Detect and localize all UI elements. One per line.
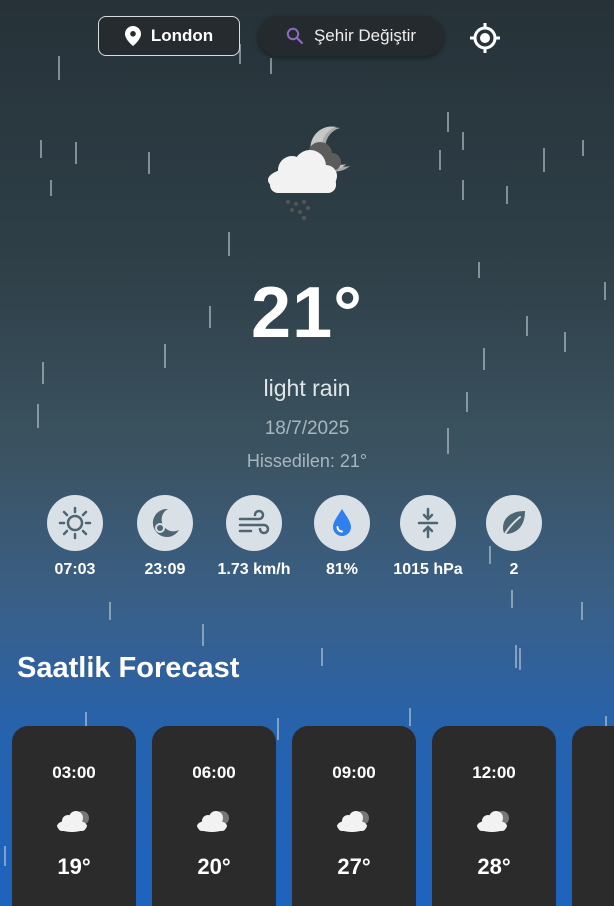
night-rain-icon [268,126,350,220]
hourly-forecast-list[interactable]: 03:00 19° 06:00 20° 09:00 27° 12:00 28° [12,726,614,906]
hourly-card[interactable]: 09:00 27° [292,726,416,906]
stat-humidity: 81% [292,495,392,579]
city-button[interactable]: London [98,16,240,56]
hourly-temp: 27° [337,854,371,879]
stat-pressure: 1015 hPa [378,495,478,579]
weather-description: light rain [263,375,351,401]
wind-icon [238,509,270,535]
pressure-icon [417,507,439,539]
cloud-icon [197,811,229,832]
location-pin-icon [124,26,141,46]
wind-value: 1.73 km/h [217,561,291,578]
hourly-card[interactable]: 12:00 28° [432,726,556,906]
air-quality-value: 2 [509,561,519,578]
moonset-value: 23:09 [144,561,186,578]
hourly-temp: 19° [57,854,91,879]
change-city-label: Şehir Değiştir [313,26,417,45]
current-temperature: 21° [251,273,363,353]
weather-stats: 07:03 23:09 1.73 km/h 81% 1015 hPa 2 [0,495,614,585]
hourly-time: 12:00 [472,763,516,782]
cloud-icon [337,811,369,832]
stat-sunrise: 07:03 [25,495,125,579]
current-location-icon[interactable] [469,22,501,54]
city-label: London [150,26,214,45]
sunrise-icon [58,506,92,540]
humidity-icon [333,509,351,536]
sunrise-value: 07:03 [54,561,96,578]
stat-air-quality: 2 [464,495,564,579]
moon-icon [152,508,179,537]
hourly-forecast-title: Saatlik Forecast [17,652,240,684]
hourly-card[interactable]: 06:00 20° [152,726,276,906]
pressure-value: 1015 hPa [393,561,463,578]
current-date: 18/7/2025 [264,418,350,439]
search-icon [286,27,304,45]
cloud-icon [57,811,89,832]
stat-wind: 1.73 km/h [204,495,304,579]
hourly-temp: 28° [477,854,511,879]
change-city-button[interactable]: Şehir Değiştir [258,16,444,56]
top-bar: London Şehir Değiştir [0,16,614,58]
cloud-icon [477,811,509,832]
hourly-time: 06:00 [192,763,236,782]
hourly-time: 03:00 [52,763,96,782]
feels-like: Hissedilen: 21° [246,451,368,471]
stat-moonset: 23:09 [115,495,215,579]
hourly-card[interactable]: 03:00 19° [12,726,136,906]
leaf-icon [503,511,525,535]
hourly-temp: 20° [197,854,231,879]
hourly-card-partial[interactable] [572,726,614,906]
humidity-value: 81% [325,561,359,578]
hourly-time: 09:00 [332,763,376,782]
